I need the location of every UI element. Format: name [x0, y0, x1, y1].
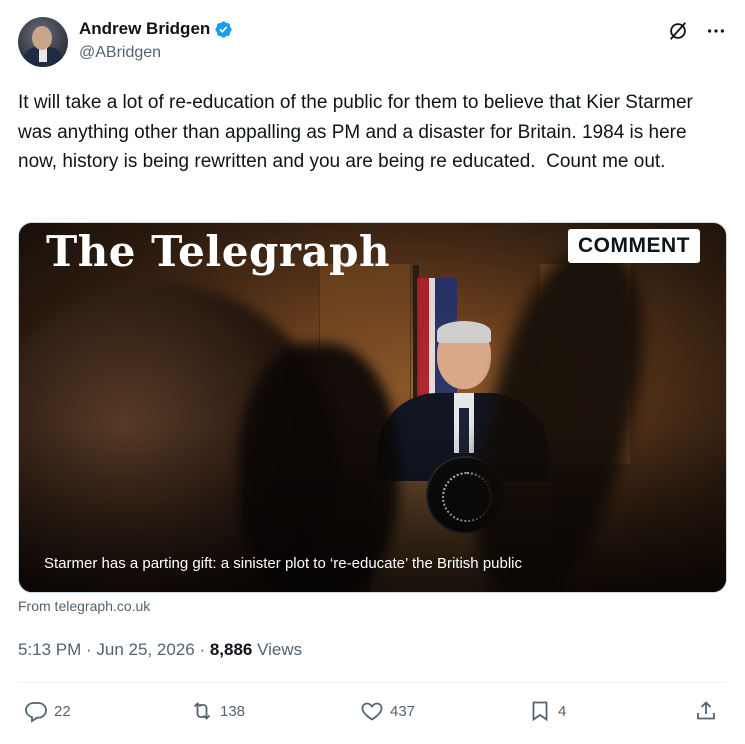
views-count: 8,886 — [209, 640, 253, 659]
bookmark-button[interactable]: 4 — [528, 699, 566, 723]
repost-count: 138 — [220, 702, 246, 720]
reply-icon — [25, 702, 47, 723]
like-button[interactable]: 437 — [360, 699, 415, 723]
tweet-header: Andrew Bridgen @ABridgen — [18, 17, 728, 69]
author-name-row: Andrew Bridgen — [79, 19, 233, 39]
bookmark-icon — [532, 701, 548, 722]
meta-separator: · — [81, 640, 97, 659]
action-bar: 22 138 437 4 — [18, 699, 725, 729]
like-count: 437 — [390, 702, 416, 720]
meta-separator: · — [194, 640, 210, 659]
more-icon[interactable] — [704, 19, 728, 43]
repost-button[interactable]: 138 — [190, 699, 245, 723]
divider — [18, 682, 725, 683]
author-name[interactable]: Andrew Bridgen — [79, 19, 210, 39]
like-icon — [361, 702, 383, 721]
tweet-time[interactable]: 5:13 PM — [18, 640, 81, 659]
reply-count: 22 — [54, 702, 71, 720]
tweet-date[interactable]: Jun 25, 2026 — [96, 640, 194, 659]
repost-icon — [193, 702, 211, 720]
tweet-text: It will take a lot of re-education of th… — [18, 92, 699, 172]
bookmark-count: 4 — [558, 702, 567, 720]
link-preview-card[interactable]: The Telegraph COMMENT Starmer has a part… — [18, 222, 727, 593]
card-brand-logo: The Telegraph — [46, 227, 391, 276]
header-actions — [666, 19, 728, 43]
reply-button[interactable]: 22 — [24, 699, 71, 723]
share-icon — [697, 701, 715, 720]
author-handle[interactable]: @ABridgen — [79, 44, 161, 62]
share-button[interactable] — [694, 699, 724, 723]
verified-badge-icon — [215, 20, 232, 38]
avatar[interactable] — [18, 17, 68, 67]
card-caption: Starmer has a parting gift: a sinister p… — [44, 555, 523, 572]
grok-icon[interactable] — [666, 19, 690, 43]
card-source-link[interactable]: From telegraph.co.uk — [18, 598, 150, 614]
views-label: Views — [252, 640, 303, 659]
tweet-meta: 5:13 PM · Jun 25, 2026 · 8,886 Views — [18, 640, 302, 660]
comment-badge: COMMENT — [568, 229, 700, 263]
